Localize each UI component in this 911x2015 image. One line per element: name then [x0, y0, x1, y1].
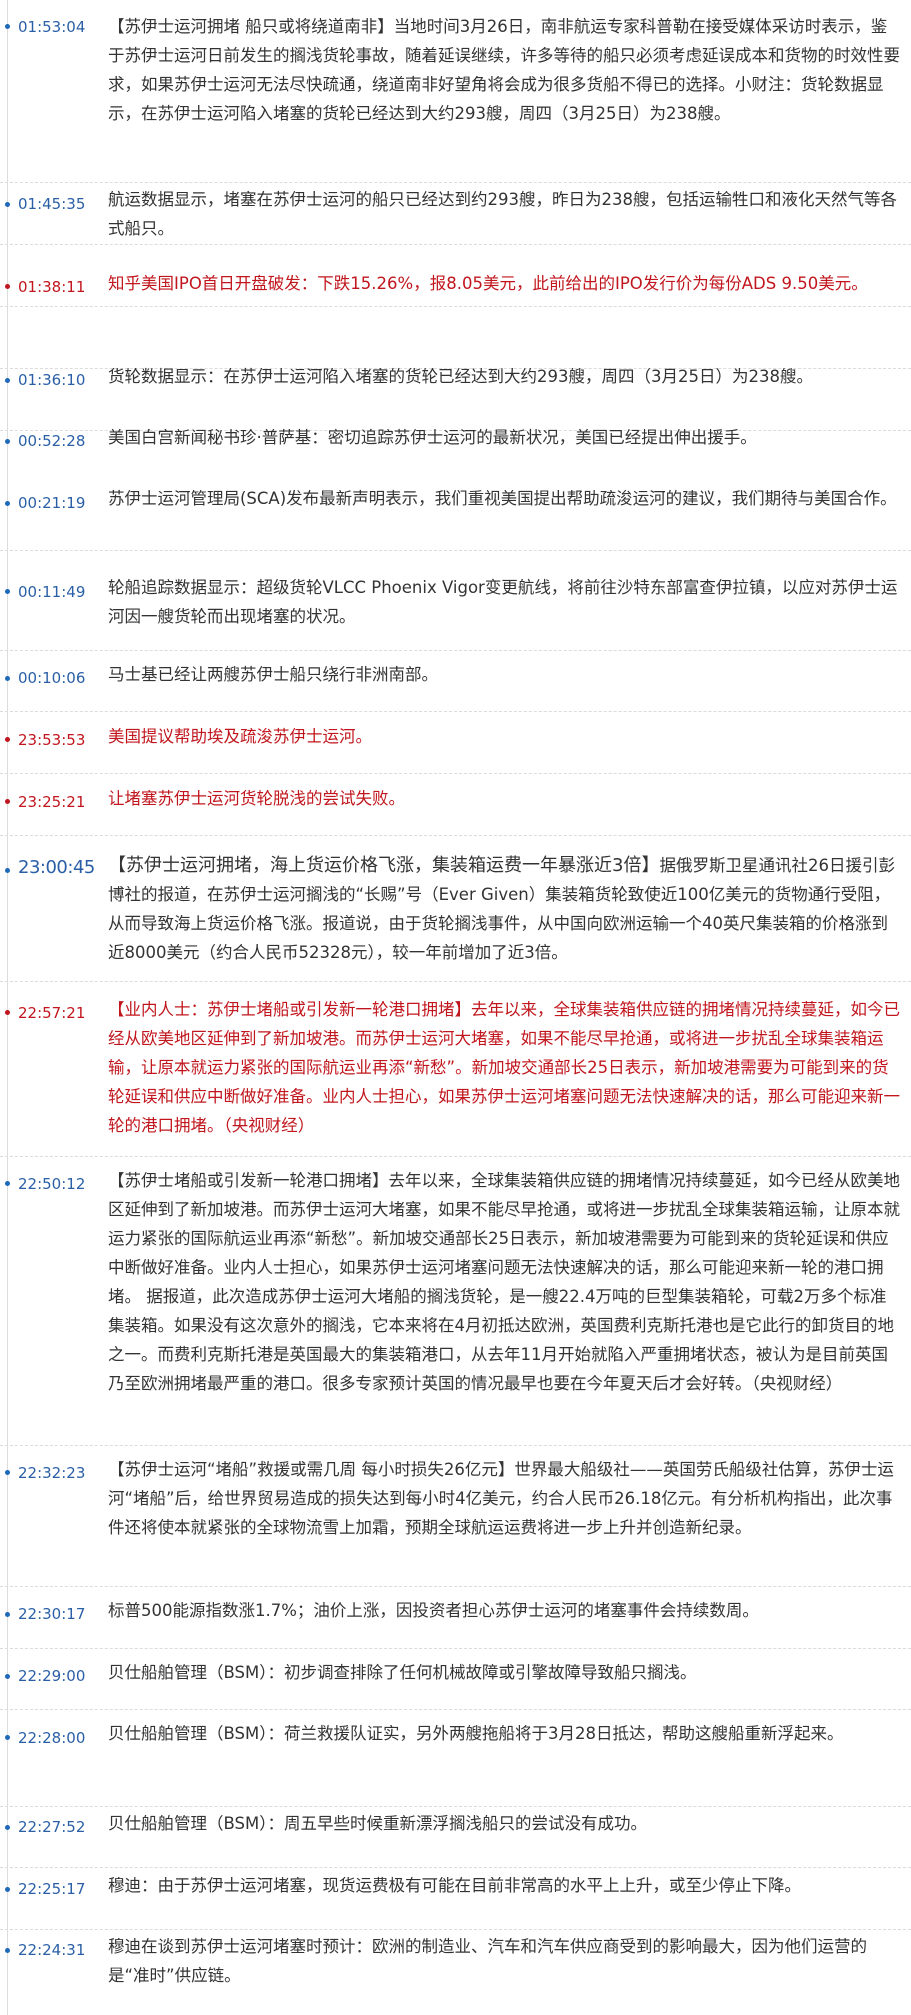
news-item: 00:21:19 苏伊士运河管理局(SCA)发布最新声明表示，我们重视美国提出帮… [0, 431, 911, 551]
timeline-dot [5, 284, 10, 289]
news-content: 轮船追踪数据显示：超级货轮VLCC Phoenix Vigor变更航线，将前往沙… [108, 573, 901, 631]
news-item: 01:45:35 航运数据显示，堵塞在苏伊士运河的船只已经达到约293艘，昨日为… [0, 183, 911, 245]
news-content: 【苏伊士运河拥堵，海上货运价格飞涨，集装箱运费一年暴涨近3倍】据俄罗斯卫星通讯社… [108, 851, 901, 967]
news-time: 23:53:53 [18, 731, 86, 749]
news-content: 贝仕船舶管理（BSM）：荷兰救援队证实，另外两艘拖船将于3月28日抵达，帮助这艘… [108, 1719, 901, 1748]
timeline-dot [5, 1010, 10, 1015]
news-item: 22:32:23 【苏伊士运河“堵船”救援或需几周 每小时损失26亿元】世界最大… [0, 1446, 911, 1587]
news-item: 22:24:31 穆迪在谈到苏伊士运河堵塞时预计：欧洲的制造业、汽车和汽车供应商… [0, 1930, 911, 2015]
timeline-dot [5, 1674, 10, 1679]
news-item: 01:53:04 【苏伊士运河拥堵 船只或将绕道南非】当地时间3月26日，南非航… [0, 0, 911, 183]
news-text: 航运数据显示，堵塞在苏伊士运河的船只已经达到约293艘，昨日为238艘，包括运输… [108, 190, 897, 238]
news-time: 01:45:35 [18, 195, 86, 213]
news-text: 贝仕船舶管理（BSM）：荷兰救援队证实，另外两艘拖船将于3月28日抵达，帮助这艘… [108, 1724, 844, 1743]
news-time: 00:21:19 [18, 494, 86, 512]
news-time: 22:27:52 [18, 1818, 86, 1836]
news-text: 去年以来，全球集装箱供应链的拥堵情况持续蔓延，如今已经从欧美地区延伸到了新加坡港… [108, 1171, 900, 1393]
news-content: 知乎美国IPO首日开盘破发：下跌15.26%，报8.05美元，此前给出的IPO发… [108, 269, 901, 298]
news-headline: 【苏伊士运河拥堵，海上货运价格飞涨，集装箱运费一年暴涨近3倍】 [108, 855, 660, 876]
news-time: 22:30:17 [18, 1605, 86, 1623]
timeline-dot [5, 1887, 10, 1892]
news-text: 贝仕船舶管理（BSM）：周五早些时候重新漂浮搁浅船只的尝试没有成功。 [108, 1814, 647, 1833]
news-time: 22:25:17 [18, 1880, 86, 1898]
news-time: 22:24:31 [18, 1941, 86, 1959]
news-text: 穆迪在谈到苏伊士运河堵塞时预计：欧洲的制造业、汽车和汽车供应商受到的影响最大，因… [108, 1937, 867, 1985]
news-time: 00:11:49 [18, 583, 86, 601]
news-content: 美国提议帮助埃及疏浚苏伊士运河。 [108, 722, 901, 751]
news-item: 23:00:45 【苏伊士运河拥堵，海上货运价格飞涨，集装箱运费一年暴涨近3倍】… [0, 836, 911, 982]
news-text: 让堵塞苏伊士运河货轮脱浅的尝试失败。 [108, 789, 405, 808]
news-time: 22:28:00 [18, 1729, 86, 1747]
timeline-dot [5, 1470, 10, 1475]
timeline-dot [5, 202, 10, 207]
news-headline: 【苏伊士运河拥堵 船只或将绕道南非】 [108, 17, 394, 36]
news-content: 航运数据显示，堵塞在苏伊士运河的船只已经达到约293艘，昨日为238艘，包括运输… [108, 185, 901, 243]
news-headline: 【业内人士：苏伊士堵船或引发新一轮港口拥堵】 [108, 1000, 471, 1019]
news-text: 知乎美国IPO首日开盘破发：下跌15.26%，报8.05美元，此前给出的IPO发… [108, 274, 868, 293]
news-content: 贝仕船舶管理（BSM）：初步调查排除了任何机械故障或引擎故障导致船只搁浅。 [108, 1658, 901, 1687]
news-item: 23:25:21 让堵塞苏伊士运河货轮脱浅的尝试失败。 [0, 774, 911, 836]
timeline-dot [5, 737, 10, 742]
news-content: 【苏伊士运河拥堵 船只或将绕道南非】当地时间3月26日，南非航运专家科普勒在接受… [108, 12, 901, 128]
news-time: 23:00:45 [18, 857, 95, 878]
news-content: 【苏伊士运河“堵船”救援或需几周 每小时损失26亿元】世界最大船级社——英国劳氏… [108, 1455, 901, 1542]
news-content: 马士基已经让两艘苏伊士船只绕行非洲南部。 [108, 660, 901, 689]
news-content: 穆迪：由于苏伊士运河堵塞，现货运费极有可能在目前非常高的水平上上升，或至少停止下… [108, 1871, 901, 1900]
news-text: 贝仕船舶管理（BSM）：初步调查排除了任何机械故障或引擎故障导致船只搁浅。 [108, 1663, 697, 1682]
news-content: 【苏伊士堵船或引发新一轮港口拥堵】去年以来，全球集装箱供应链的拥堵情况持续蔓延，… [108, 1166, 901, 1398]
news-time: 22:32:23 [18, 1464, 86, 1482]
timeline-dot [5, 1948, 10, 1953]
news-time: 22:57:21 [18, 1004, 86, 1022]
news-time: 01:53:04 [18, 18, 86, 36]
timeline-dot [5, 676, 10, 681]
news-content: 标普500能源指数涨1.7%；油价上涨，因投资者担心苏伊士运河的堵塞事件会持续数… [108, 1596, 901, 1625]
news-item: 23:53:53 美国提议帮助埃及疏浚苏伊士运河。 [0, 712, 911, 774]
timeline-dot [5, 868, 10, 873]
timeline-dot [5, 1735, 10, 1740]
news-item: 00:52:28 美国白宫新闻秘书珍·普萨基：密切追踪苏伊士运河的最新状况，美国… [0, 369, 911, 450]
news-headline: 【苏伊士运河“堵船”救援或需几周 每小时损失26亿元】 [108, 1460, 515, 1479]
news-headline: 【苏伊士堵船或引发新一轮港口拥堵】 [108, 1171, 389, 1190]
news-text: 马士基已经让两艘苏伊士船只绕行非洲南部。 [108, 665, 438, 684]
timeline-dot [5, 799, 10, 804]
timeline-dot [5, 1181, 10, 1186]
news-content: 苏伊士运河管理局(SCA)发布最新声明表示，我们重视美国提出帮助疏浚运河的建议，… [108, 484, 901, 513]
news-content: 【业内人士：苏伊士堵船或引发新一轮港口拥堵】去年以来，全球集装箱供应链的拥堵情况… [108, 995, 901, 1140]
news-item: 00:10:06 马士基已经让两艘苏伊士船只绕行非洲南部。 [0, 651, 911, 712]
timeline-dot [5, 501, 10, 506]
news-text: 轮船追踪数据显示：超级货轮VLCC Phoenix Vigor变更航线，将前往沙… [108, 578, 898, 626]
news-item: 22:29:00 贝仕船舶管理（BSM）：初步调查排除了任何机械故障或引擎故障导… [0, 1649, 911, 1710]
news-item: 22:25:17 穆迪：由于苏伊士运河堵塞，现货运费极有可能在目前非常高的水平上… [0, 1868, 911, 1930]
news-item: 22:30:17 标普500能源指数涨1.7%；油价上涨，因投资者担心苏伊士运河… [0, 1587, 911, 1649]
timeline-dot [5, 24, 10, 29]
news-item: 00:11:49 轮船追踪数据显示：超级货轮VLCC Phoenix Vigor… [0, 551, 911, 651]
news-item: 22:50:12 【苏伊士堵船或引发新一轮港口拥堵】去年以来，全球集装箱供应链的… [0, 1157, 911, 1446]
news-content: 让堵塞苏伊士运河货轮脱浅的尝试失败。 [108, 784, 901, 813]
news-time: 01:38:11 [18, 278, 86, 296]
news-text: 美国提议帮助埃及疏浚苏伊士运河。 [108, 727, 372, 746]
timeline-dot [5, 589, 10, 594]
news-item: 01:38:11 知乎美国IPO首日开盘破发：下跌15.26%，报8.05美元，… [0, 245, 911, 307]
news-text: 穆迪：由于苏伊士运河堵塞，现货运费极有可能在目前非常高的水平上上升，或至少停止下… [108, 1876, 801, 1895]
news-item: 01:36:10 货轮数据显示：在苏伊士运河陷入堵塞的货轮已经达到大约293艘，… [0, 307, 911, 389]
news-content: 贝仕船舶管理（BSM）：周五早些时候重新漂浮搁浅船只的尝试没有成功。 [108, 1809, 901, 1838]
news-time: 22:29:00 [18, 1667, 86, 1685]
news-text: 去年以来，全球集装箱供应链的拥堵情况持续蔓延，如今已经从欧美地区延伸到了新加坡港… [108, 1000, 900, 1135]
news-time: 00:10:06 [18, 669, 86, 687]
news-time: 22:50:12 [18, 1175, 86, 1193]
news-content: 穆迪在谈到苏伊士运河堵塞时预计：欧洲的制造业、汽车和汽车供应商受到的影响最大，因… [108, 1932, 901, 1990]
news-item: 22:27:52 贝仕船舶管理（BSM）：周五早些时候重新漂浮搁浅船只的尝试没有… [0, 1807, 911, 1868]
news-item: 22:57:21 【业内人士：苏伊士堵船或引发新一轮港口拥堵】去年以来，全球集装… [0, 982, 911, 1157]
news-time: 23:25:21 [18, 793, 86, 811]
news-item: 22:28:00 贝仕船舶管理（BSM）：荷兰救援队证实，另外两艘拖船将于3月2… [0, 1710, 911, 1807]
timeline-dot [5, 1612, 10, 1617]
news-text: 苏伊士运河管理局(SCA)发布最新声明表示，我们重视美国提出帮助疏浚运河的建议，… [108, 489, 897, 508]
timeline-dot [5, 1825, 10, 1830]
news-text: 标普500能源指数涨1.7%；油价上涨，因投资者担心苏伊士运河的堵塞事件会持续数… [108, 1601, 759, 1620]
